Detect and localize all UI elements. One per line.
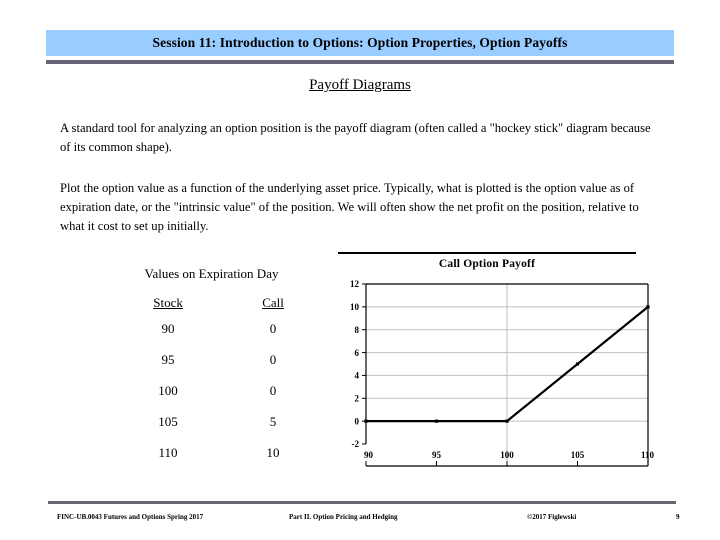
table-header-row: Stock Call <box>108 294 318 313</box>
session-title-text: Session 11: Introduction to Options: Opt… <box>152 35 568 50</box>
footer-divider <box>48 501 676 504</box>
y-tick-label: 8 <box>355 325 360 335</box>
table-row: 90 0 <box>108 313 318 344</box>
x-tick-label: 105 <box>571 450 585 460</box>
cell-call: 5 <box>269 413 277 429</box>
session-title-banner: Session 11: Introduction to Options: Opt… <box>46 30 674 56</box>
data-point-marker <box>575 362 580 366</box>
table-row: 110 10 <box>108 437 318 468</box>
column-header-call: Call <box>262 295 284 310</box>
y-tick-label: 12 <box>350 279 360 289</box>
cell-call: 0 <box>269 351 277 367</box>
y-tick-label: 0 <box>355 416 360 426</box>
body-paragraph-2: Plot the option value as a function of t… <box>60 181 639 233</box>
cell-call: 0 <box>269 382 277 398</box>
call-option-payoff-chart: Call Option Payoff -2 0 2 4 6 8 10 12 90 95 100 105… <box>338 252 674 474</box>
column-header-stock: Stock <box>153 295 183 310</box>
data-point-marker <box>434 419 439 423</box>
header-divider <box>46 60 674 64</box>
values-table-container: Values on Expiration Day Stock Call 90 0… <box>60 266 325 468</box>
y-tick-label: 4 <box>355 371 360 381</box>
cell-stock: 100 <box>158 382 178 398</box>
x-tick-label: 110 <box>641 450 655 460</box>
table-row: 105 5 <box>108 406 318 437</box>
footer-copyright: ©2017 Figlewski <box>527 513 577 521</box>
body-paragraph-1: A standard tool for analyzing an option … <box>60 121 651 154</box>
data-point-marker <box>505 419 509 423</box>
cell-stock: 110 <box>158 444 178 460</box>
y-tick-label: 2 <box>355 393 360 403</box>
data-point-marker <box>646 305 650 309</box>
chart-plot-area: -2 0 2 4 6 8 10 12 90 95 100 105 110 <box>338 276 674 474</box>
footer-course-info: FINC-UB.0043 Futures and Options Spring … <box>57 513 204 521</box>
y-tick-label: 6 <box>355 348 360 358</box>
x-tick-label: 90 <box>364 450 374 460</box>
data-point-marker <box>364 419 368 423</box>
y-tick-label: -2 <box>352 439 360 449</box>
cell-call: 0 <box>269 320 277 336</box>
page-title: Payoff Diagrams <box>309 77 411 93</box>
y-tick-label: 10 <box>350 302 360 312</box>
cell-stock: 90 <box>161 320 175 336</box>
values-table: Stock Call 90 0 95 0 100 0 105 5 110 10 <box>108 294 318 468</box>
footer-section: Part II. Option Pricing and Hedging <box>289 513 398 521</box>
chart-title: Call Option Payoff <box>438 258 536 270</box>
table-row: 100 0 <box>108 375 318 406</box>
chart-svg: -2 0 2 4 6 8 10 12 90 95 100 105 110 <box>350 279 655 467</box>
chart-top-divider <box>338 252 636 254</box>
cell-stock: 95 <box>161 351 175 367</box>
x-tick-label: 100 <box>500 450 514 460</box>
cell-call: 10 <box>266 444 280 460</box>
values-table-caption: Values on Expiration Day <box>144 266 279 281</box>
x-tick-label: 95 <box>432 450 442 460</box>
footer-page-number: 9 <box>676 513 680 521</box>
cell-stock: 105 <box>158 413 178 429</box>
table-row: 95 0 <box>108 344 318 375</box>
